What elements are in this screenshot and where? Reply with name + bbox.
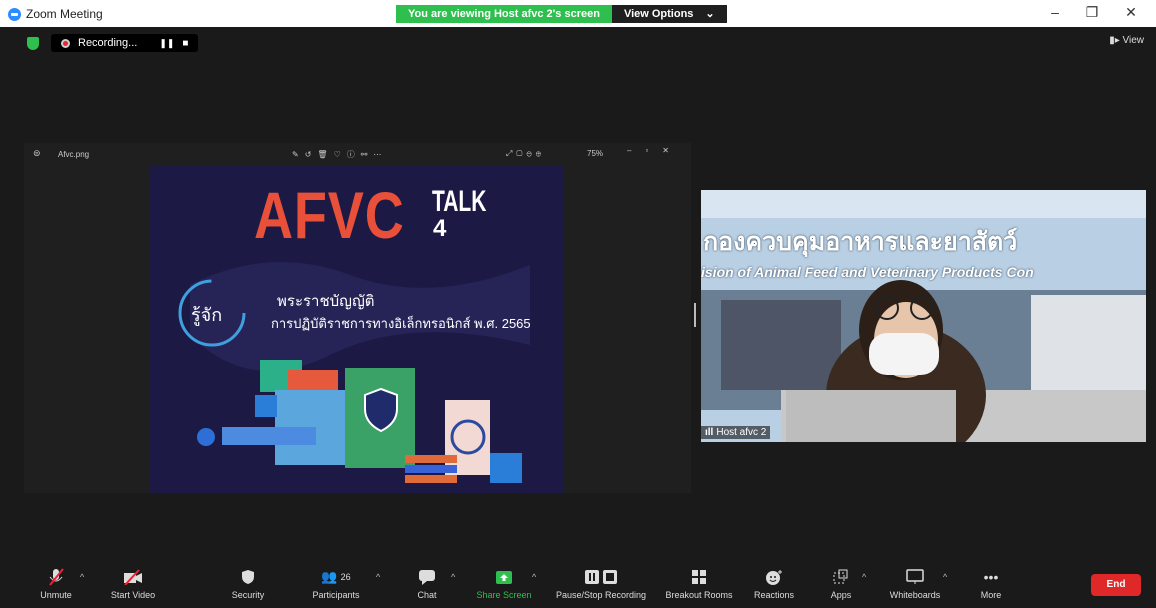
chevron-down-icon: ⌄ (705, 8, 715, 20)
record-dot-icon (61, 38, 70, 48)
participant-name: Host afvc 2 (716, 427, 767, 438)
start-video-button[interactable]: Start Video (88, 567, 178, 600)
viewing-screen-label: You are viewing Host afvc 2's screen (396, 5, 612, 23)
security-label: Security (231, 590, 265, 600)
sign-english: ision of Animal Feed and Veterinary Prod… (701, 264, 1034, 280)
sign-thai: กองควบคุมอาหารและยาสัตว์ (703, 228, 1018, 256)
encryption-shield-icon (27, 36, 39, 50)
viewing-banner: You are viewing Host afvc 2's screen Vie… (396, 5, 727, 23)
end-meeting-button[interactable]: End (1091, 574, 1141, 596)
security-shield-icon (203, 567, 293, 587)
pause-recording-icon[interactable]: ❚❚ (159, 38, 174, 49)
view-layout-icon: ▮▸ (1109, 35, 1120, 46)
participant-name-tag: ıll Host afvc 2 (701, 426, 771, 439)
participants-button[interactable]: 👥 26 Participants (291, 567, 381, 600)
image-zoom-tools: ⤢▢⊖⊕ (506, 149, 545, 158)
start-video-label: Start Video (110, 590, 156, 600)
participants-icon: 👥 26 (321, 569, 351, 584)
zoom-level: 75% (587, 149, 604, 158)
slide-badge: รู้จัก (191, 305, 223, 325)
close-button[interactable]: ✕ (1121, 4, 1141, 21)
pause-stop-label: Pause/Stop Recording (555, 590, 647, 600)
slide-title-number: 4 (433, 215, 447, 242)
share-caret-icon[interactable]: ^ (532, 572, 536, 582)
meeting-toolbar: Unmute ^ Start Video Security 👥 26 Partic… (0, 561, 1156, 608)
audio-options-caret-icon[interactable]: ^ (80, 572, 84, 582)
recording-bar: Recording... ❚❚ ■ (27, 33, 199, 53)
minimize-button[interactable]: – (1045, 4, 1065, 20)
photos-app-icon: ⊜ (33, 148, 41, 158)
slide-line-2: การปฏิบัติราชการทางอิเล็กทรอนิกส์ พ.ศ. 2… (271, 316, 531, 331)
participants-count: 26 (340, 572, 351, 582)
signal-strength-icon: ıll (705, 427, 714, 438)
security-button[interactable]: Security (203, 567, 293, 600)
more-dots-icon: ••• (983, 569, 999, 585)
chat-caret-icon[interactable]: ^ (451, 572, 455, 582)
shared-screen: ⊜ Afvc.png ✎↺🗑♡ⓘ⚯⋯ ⤢▢⊖⊕ 75% –▫✕ AFVC TAL… (24, 143, 696, 493)
recording-indicator: Recording... ❚❚ ■ (51, 34, 199, 52)
share-screen-label: Share Screen (476, 590, 532, 600)
slide-title-talk: TALK (432, 185, 487, 218)
apps-caret-icon[interactable]: ^ (862, 572, 866, 582)
video-off-icon (88, 567, 178, 587)
participants-caret-icon[interactable]: ^ (376, 572, 380, 582)
participants-label: Participants (312, 590, 360, 600)
recording-label: Recording... (78, 37, 138, 49)
slide-image: AFVC TALK 4 รู้จัก พระราชบัญญัติ การปฏิบ… (150, 165, 564, 493)
pause-stop-icon (546, 567, 656, 587)
file-name: Afvc.png (58, 150, 90, 159)
more-label: More (980, 590, 1002, 600)
slide-title-brand: AFVC (254, 178, 405, 252)
window-title: Zoom Meeting (26, 7, 103, 21)
viewer-window-controls: –▫✕ (627, 146, 683, 155)
more-button[interactable]: ••• More (946, 567, 1036, 600)
restore-button[interactable]: ❐ (1082, 4, 1102, 21)
app-title: Zoom Meeting (8, 7, 103, 21)
view-button[interactable]: ▮▸ View (1109, 35, 1144, 46)
stop-recording-icon[interactable]: ■ (182, 38, 188, 49)
participant-video: กองควบคุมอาหารและยาสัตว์ ision of Animal… (701, 190, 1146, 442)
pause-stop-recording-button[interactable]: Pause/Stop Recording (546, 567, 656, 600)
scroll-handle[interactable] (694, 303, 696, 327)
view-label: View (1122, 35, 1145, 46)
slide-line-1: พระราชบัญญัติ (277, 293, 375, 310)
title-bar: Zoom Meeting You are viewing Host afvc 2… (0, 0, 1156, 27)
meeting-area: Recording... ❚❚ ■ ▮▸ View ⊜ Afvc.png ✎↺🗑… (0, 27, 1156, 561)
photo-viewer-header: ⊜ Afvc.png ✎↺🗑♡ⓘ⚯⋯ ⤢▢⊖⊕ 75% –▫✕ (24, 143, 691, 165)
view-options-button[interactable]: View Options ⌄ (611, 5, 727, 23)
view-options-label: View Options (623, 8, 694, 20)
image-edit-tools: ✎↺🗑♡ⓘ⚯⋯ (292, 150, 388, 159)
zoom-logo-icon (8, 7, 21, 21)
